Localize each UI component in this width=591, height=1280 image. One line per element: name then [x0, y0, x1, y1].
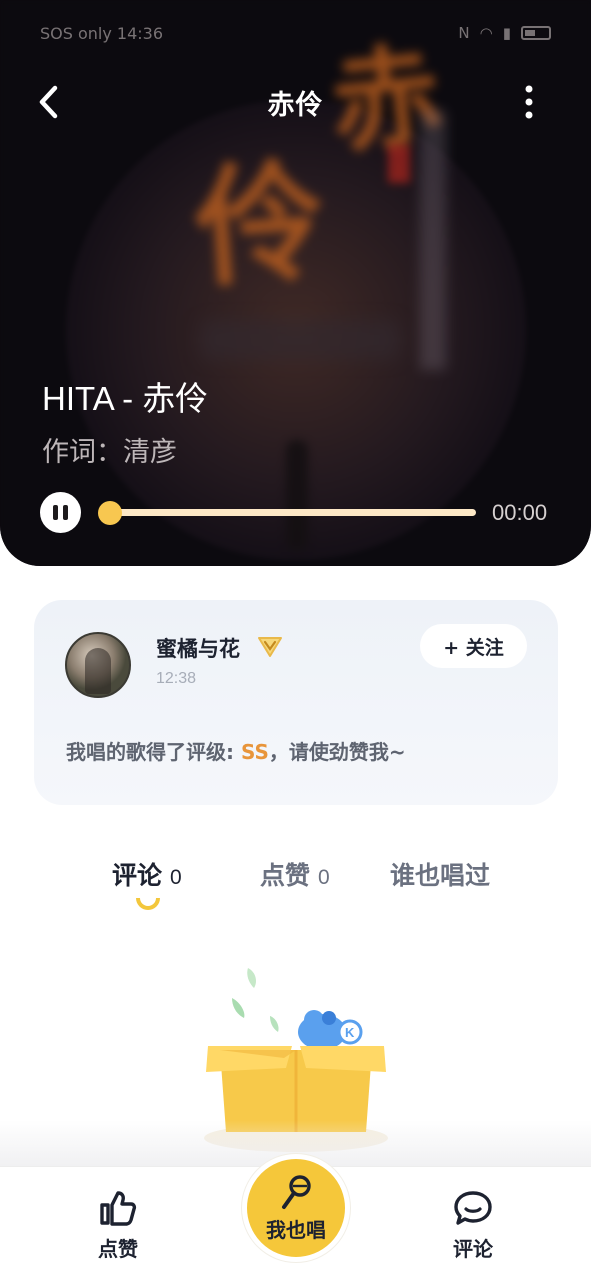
cover-art-stamp [388, 145, 410, 183]
lyricist-text: 作词：清彦 [42, 437, 177, 468]
current-time: 00:00 [492, 500, 548, 525]
page-title: 赤伶 [267, 89, 324, 121]
progress-knob[interactable] [98, 501, 122, 525]
tab-count: 0 [318, 866, 330, 889]
like-label: 点赞 [98, 1237, 138, 1261]
avatar[interactable] [65, 632, 131, 698]
sing-too-button[interactable]: 我也唱 [242, 1154, 350, 1262]
cover-art-stripe [420, 110, 446, 370]
status-icons: N ◠ ▮ [458, 24, 551, 42]
chevron-left-icon [39, 85, 58, 119]
tab-also-sung[interactable]: 谁也唱过 [390, 856, 490, 892]
song-header: 赤 伶 SOS only 14:36 N ◠ ▮ 赤伶 HITA - 赤伶 作词… [0, 0, 591, 566]
post-text-suffix: ，请使劲赞我~ [268, 740, 406, 764]
status-bar: SOS only 14:36 N ◠ ▮ [40, 22, 551, 44]
post-card: 蜜橘与花 12:38 + 关注 我唱的歌得了评级: SS，请使劲赞我~ [34, 600, 558, 805]
sim-icon: ▮ [502, 24, 511, 42]
battery-icon [521, 26, 551, 40]
thumbs-up-icon [100, 1191, 137, 1226]
tab-comments[interactable]: 评论 0 [112, 856, 182, 892]
like-button[interactable]: 点赞 [73, 1189, 163, 1262]
follow-button[interactable]: + 关注 [420, 624, 527, 668]
back-button[interactable] [30, 84, 66, 120]
post-text-prefix: 我唱的歌得了评级: [66, 740, 241, 764]
tab-likes[interactable]: 点赞 0 [260, 856, 330, 892]
tab-active-indicator [136, 898, 160, 910]
top-bar: 赤伶 [0, 78, 591, 126]
vip-badge-icon [258, 637, 282, 657]
cover-art-roof [200, 320, 400, 360]
comment-icon [454, 1191, 492, 1225]
tab-label: 点赞 [260, 861, 311, 890]
svg-text:K: K [345, 1025, 355, 1040]
tab-count: 0 [170, 866, 182, 889]
sing-label: 我也唱 [266, 1217, 326, 1242]
audio-player: 00:00 [40, 492, 560, 533]
grade-badge: SS [240, 740, 269, 764]
microphone-icon [282, 1174, 311, 1209]
comment-label: 评论 [453, 1237, 493, 1261]
status-left-text: SOS only 14:36 [40, 23, 164, 43]
nfc-icon: N [458, 24, 470, 42]
pause-icon-bar [63, 505, 68, 520]
song-info: HITA - 赤伶 作词：清彦 [42, 372, 208, 469]
post-time: 12:38 [156, 670, 197, 687]
post-text: 我唱的歌得了评级: SS，请使劲赞我~ [66, 736, 406, 765]
pause-button[interactable] [40, 492, 81, 533]
song-name: HITA - 赤伶 [42, 380, 209, 417]
more-button[interactable] [517, 84, 541, 120]
comment-button[interactable]: 评论 [428, 1189, 518, 1262]
cover-art-glyph: 伶 [190, 143, 331, 306]
pause-icon-bar [53, 505, 58, 520]
wifi-icon: ◠ [479, 24, 493, 42]
tab-bar: 评论 0 点赞 0 谁也唱过 [0, 856, 591, 916]
tab-label: 评论 [112, 861, 163, 890]
more-vertical-icon [525, 85, 533, 119]
progress-track[interactable] [108, 509, 476, 516]
user-name[interactable]: 蜜橘与花 [156, 633, 240, 663]
tab-label: 谁也唱过 [390, 861, 491, 890]
